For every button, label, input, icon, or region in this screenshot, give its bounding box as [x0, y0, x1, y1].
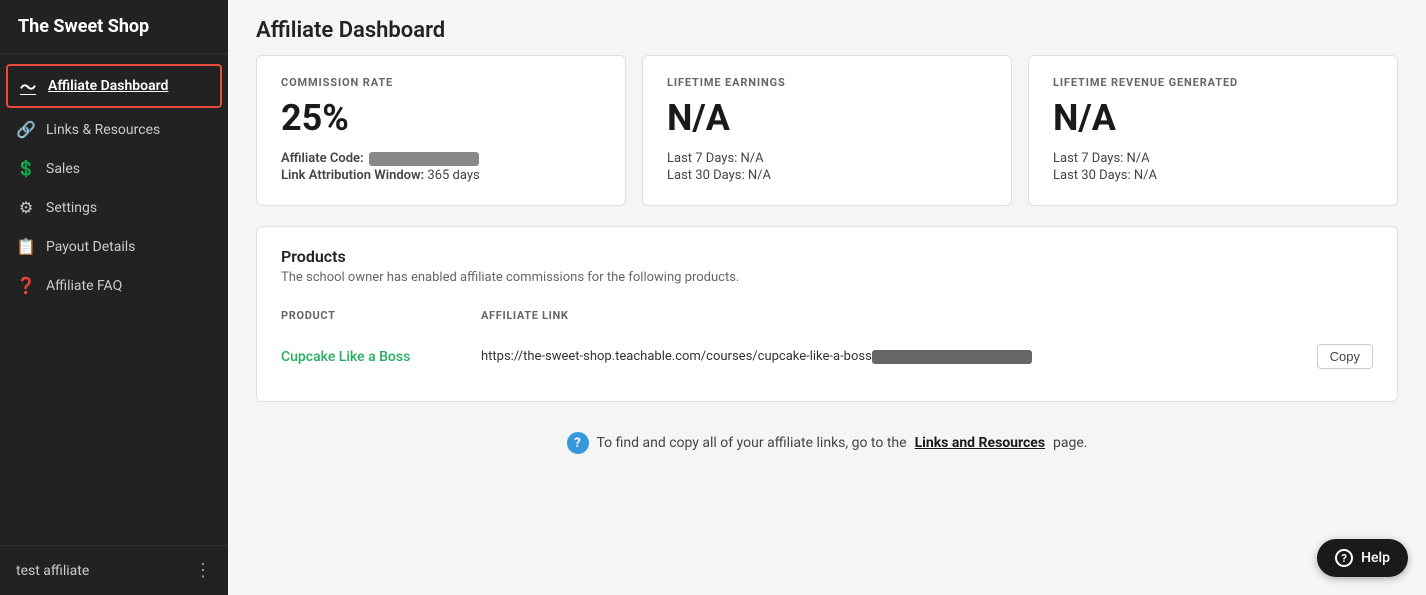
payout-icon: 📋 [16, 237, 36, 256]
sidebar-item-label: Sales [46, 161, 80, 177]
product-name-link[interactable]: Cupcake Like a Boss [281, 349, 410, 365]
help-button[interactable]: ? Help [1317, 539, 1408, 577]
user-menu-button[interactable]: ⋮ [194, 560, 212, 581]
revenue-last7: Last 7 Days: N/A [1053, 151, 1373, 166]
sidebar-item-label: Settings [46, 200, 97, 216]
affiliate-code-key: Affiliate Code: [281, 151, 364, 166]
info-icon: ? [567, 432, 589, 454]
brand-name: The Sweet Shop [0, 0, 228, 54]
affiliate-url-text: https://the-sweet-shop.teachable.com/cou… [481, 349, 1032, 364]
sidebar-item-payout-details[interactable]: 📋 Payout Details [0, 227, 228, 266]
dollar-icon: 💲 [16, 159, 36, 178]
products-table: PRODUCT AFFILIATE LINK Cupcake Like a Bo… [281, 303, 1373, 381]
affiliate-code-detail: Affiliate Code: [281, 151, 601, 166]
link-attribution-value: 365 days [427, 168, 479, 183]
sidebar-item-affiliate-dashboard[interactable]: 〜 Affiliate Dashboard [6, 64, 222, 108]
earnings-last30: Last 30 Days: N/A [667, 168, 987, 183]
sidebar-footer: test affiliate ⋮ [0, 545, 228, 595]
main-body: COMMISSION RATE 25% Affiliate Code: Link… [228, 55, 1426, 478]
url-redacted [872, 350, 1032, 364]
sidebar-nav: 〜 Affiliate Dashboard 🔗 Links & Resource… [0, 54, 228, 545]
info-text-before: To find and copy all of your affiliate l… [597, 435, 907, 451]
revenue-last30: Last 30 Days: N/A [1053, 168, 1373, 183]
sidebar: The Sweet Shop 〜 Affiliate Dashboard 🔗 L… [0, 0, 228, 595]
copy-button[interactable]: Copy [1317, 344, 1373, 369]
sidebar-item-label: Affiliate Dashboard [48, 78, 168, 94]
table-row: Cupcake Like a Boss https://the-sweet-sh… [281, 332, 1373, 381]
trend-icon: 〜 [18, 74, 38, 98]
affiliate-url-cell: https://the-sweet-shop.teachable.com/cou… [481, 344, 1373, 369]
sidebar-item-label: Links & Resources [46, 122, 160, 138]
lifetime-earnings-value: N/A [667, 97, 987, 139]
commission-rate-card: COMMISSION RATE 25% Affiliate Code: Link… [256, 55, 626, 206]
lifetime-earnings-card: LIFETIME EARNINGS N/A Last 7 Days: N/A L… [642, 55, 1012, 206]
sidebar-item-label: Payout Details [46, 239, 135, 255]
gear-icon: ⚙ [16, 198, 36, 217]
stats-row: COMMISSION RATE 25% Affiliate Code: Link… [256, 55, 1398, 206]
faq-icon: ❓ [16, 276, 36, 295]
links-resources-link[interactable]: Links and Resources [915, 435, 1045, 451]
earnings-last7: Last 7 Days: N/A [667, 151, 987, 166]
affiliate-code-redacted [369, 152, 479, 166]
sidebar-item-affiliate-faq[interactable]: ❓ Affiliate FAQ [0, 266, 228, 305]
page-header: Affiliate Dashboard [228, 0, 1426, 55]
sidebar-item-settings[interactable]: ⚙ Settings [0, 188, 228, 227]
col-product: PRODUCT [281, 303, 481, 332]
sidebar-item-links-resources[interactable]: 🔗 Links & Resources [0, 110, 228, 149]
col-affiliate-link: AFFILIATE LINK [481, 303, 1373, 332]
sidebar-item-sales[interactable]: 💲 Sales [0, 149, 228, 188]
link-attribution-key: Link Attribution Window: [281, 168, 424, 183]
help-label: Help [1361, 550, 1390, 566]
sidebar-item-label: Affiliate FAQ [46, 278, 122, 294]
products-card: Products The school owner has enabled af… [256, 226, 1398, 402]
commission-rate-value: 25% [281, 97, 601, 139]
info-bar: ? To find and copy all of your affiliate… [256, 422, 1398, 458]
lifetime-earnings-label: LIFETIME EARNINGS [667, 76, 987, 89]
products-subtitle: The school owner has enabled affiliate c… [281, 270, 1373, 285]
link-attribution-detail: Link Attribution Window: 365 days [281, 168, 601, 183]
products-title: Products [281, 247, 1373, 266]
main-content: Affiliate Dashboard COMMISSION RATE 25% … [228, 0, 1426, 595]
page-title: Affiliate Dashboard [256, 18, 1398, 43]
lifetime-revenue-value: N/A [1053, 97, 1373, 139]
link-icon: 🔗 [16, 120, 36, 139]
user-name: test affiliate [16, 563, 89, 579]
info-text-after: page. [1053, 435, 1087, 451]
lifetime-revenue-card: LIFETIME REVENUE GENERATED N/A Last 7 Da… [1028, 55, 1398, 206]
help-icon: ? [1335, 549, 1353, 567]
lifetime-revenue-label: LIFETIME REVENUE GENERATED [1053, 76, 1373, 89]
commission-rate-label: COMMISSION RATE [281, 76, 601, 89]
